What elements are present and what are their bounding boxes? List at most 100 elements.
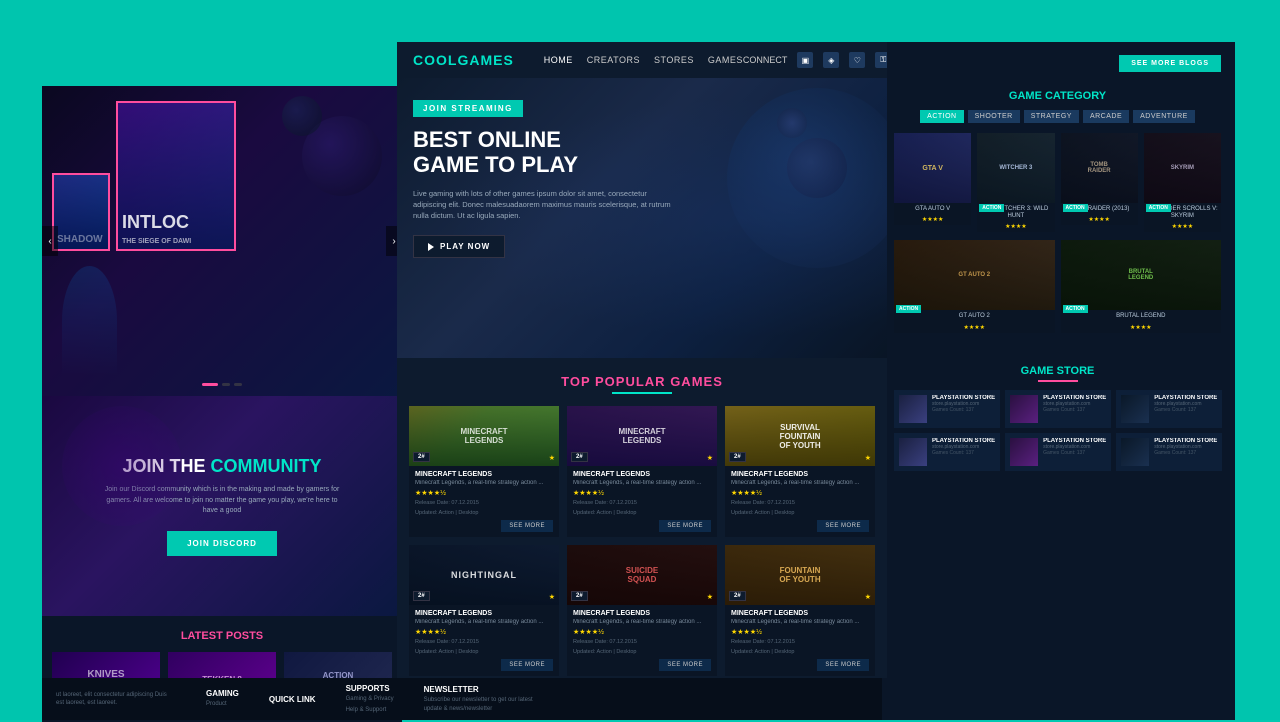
game-name-1: MINECRAFT LEGENDS [415, 471, 553, 478]
footer-gaming-link[interactable]: Product [206, 700, 239, 708]
star-4: ★ [549, 593, 555, 601]
nav-stores[interactable]: Stores [654, 55, 694, 65]
rank-badge-4: 2# [413, 591, 430, 601]
cat-game-gta[interactable]: GTA V GTA AUTO V ★★★★ [894, 133, 971, 232]
nav-games[interactable]: Games [708, 55, 743, 65]
game-desc-3: Minecraft Legends, a real-time strategy … [731, 480, 869, 486]
store-info-2: PLAYSTATION STORE store.playstation.com … [1043, 395, 1106, 423]
store-count-3: Games Count: 137 [1154, 407, 1217, 413]
star-3: ★ [865, 454, 871, 462]
store-4[interactable]: PLAYSTATION STORE store.playstation.com … [894, 433, 1000, 471]
nav-home[interactable]: Home [544, 55, 573, 65]
footer-quicklink: QUICK LINK [269, 695, 316, 704]
store-info-3: PLAYSTATION STORE store.playstation.com … [1154, 395, 1217, 423]
footer-supports: SUPPORTS Gaming & Privacy Help & Support [346, 684, 394, 714]
main-site: COOLGAMES Home Creators Stores Games CON… [397, 42, 887, 678]
store-1[interactable]: PLAYSTATION STORE store.playstation.com … [894, 390, 1000, 428]
cover-small-1[interactable]: SHADOW [52, 173, 110, 251]
cat-game-brutal[interactable]: BRUTALLEGEND ACTION BRUTAL LEGEND ★★★★ [1061, 240, 1222, 332]
star-2: ★ [707, 454, 713, 462]
rank-badge-3: 2# [729, 452, 746, 462]
store-title: GAME STORE [894, 365, 1221, 377]
filter-strategy[interactable]: STRATEGY [1024, 110, 1079, 123]
game-name-3: MINECRAFT LEGENDS [731, 471, 869, 478]
games-grid: MINECRAFTLEGENDS 2# ★ MINECRAFT LEGENDS … [409, 406, 875, 676]
filter-arcade[interactable]: ARCADE [1083, 110, 1129, 123]
see-more-2[interactable]: SEE MORE [659, 520, 711, 532]
game-card-1[interactable]: MINECRAFTLEGENDS 2# ★ MINECRAFT LEGENDS … [409, 406, 559, 537]
cat-stars-1: ★★★★ [894, 216, 971, 225]
store-3[interactable]: PLAYSTATION STORE store.playstation.com … [1116, 390, 1222, 428]
cat-badge-5: ACTION [896, 305, 921, 313]
game-card-2[interactable]: MINECRAFTLEGENDS 2# ★ MINECRAFT LEGENDS … [567, 406, 717, 537]
latest-posts-title: LATEST POSTS [52, 630, 392, 642]
nav-icon-1[interactable]: ▣ [797, 52, 813, 68]
cover-subtitle: THE SIEGE OF DAWI [122, 238, 230, 245]
footer-gaming-title: GAMING [206, 689, 239, 698]
store-5[interactable]: PLAYSTATION STORE store.playstation.com … [1005, 433, 1111, 471]
site-logo[interactable]: COOLGAMES [413, 52, 514, 68]
game-info-4: MINECRAFT LEGENDS Minecraft Legends, a r… [409, 605, 559, 676]
filter-action[interactable]: ACTION [920, 110, 963, 123]
join-badge[interactable]: JOIN STREAMING [413, 100, 523, 117]
cat-game-skyrim[interactable]: SKYRIM ACTION THE ELDER SCROLLS V: SKYRI… [1144, 133, 1221, 232]
cover-large[interactable]: INTLOC THE SIEGE OF DAWI [116, 101, 236, 251]
cat-stars-5: ★★★★ [894, 324, 1055, 333]
store-thumb-1 [899, 395, 927, 423]
game-card-5[interactable]: SUICIDESQUAD 2# ★ MINECRAFT LEGENDS Mine… [567, 545, 717, 676]
store-thumb-2 [1010, 395, 1038, 423]
cat-badge-2: ACTION [979, 204, 1004, 212]
store-6[interactable]: PLAYSTATION STORE store.playstation.com … [1116, 433, 1222, 471]
see-more-1[interactable]: SEE MORE [501, 520, 553, 532]
game-name-2: MINECRAFT LEGENDS [573, 471, 711, 478]
footer-supports-link1[interactable]: Gaming & Privacy [346, 695, 394, 703]
store-name-1: PLAYSTATION STORE [932, 395, 995, 401]
filter-adventure[interactable]: ADVENTURE [1133, 110, 1195, 123]
category-title: GAME CATEGORY [894, 90, 1221, 102]
game-updated-4: Updated: Action | Desktop [415, 649, 553, 655]
nav-icon-3[interactable]: ♡ [849, 52, 865, 68]
nav-icon-2[interactable]: ◈ [823, 52, 839, 68]
cat-badge-6: ACTION [1063, 305, 1088, 313]
footer-newsletter-title: NEWSLETTER [424, 685, 544, 694]
footer-supports-link2[interactable]: Help & Support [346, 706, 394, 714]
see-more-5[interactable]: SEE MORE [659, 659, 711, 671]
star-1: ★ [549, 454, 555, 462]
rank-badge-6: 2# [729, 591, 746, 601]
store-name-3: PLAYSTATION STORE [1154, 395, 1217, 401]
dot-3[interactable] [234, 383, 242, 386]
game-card-3[interactable]: SURVIVALFOUNTAINOF YOUTH 2# ★ MINECRAFT … [725, 406, 875, 537]
dot-2[interactable] [222, 383, 230, 386]
nav-connect: CONNECT [743, 55, 788, 65]
game-desc-1: Minecraft Legends, a real-time strategy … [415, 480, 553, 486]
play-icon [428, 243, 434, 251]
game-desc-2: Minecraft Legends, a real-time strategy … [573, 480, 711, 486]
dot-1[interactable] [202, 383, 218, 386]
store-2[interactable]: PLAYSTATION STORE store.playstation.com … [1005, 390, 1111, 428]
game-meta-3: Release Date: 07.12.2015 [731, 500, 869, 506]
cat-game-witcher[interactable]: WITCHER 3 ACTION THE WITCHER 3: WILD HUN… [977, 133, 1054, 232]
see-more-4[interactable]: SEE MORE [501, 659, 553, 671]
filter-shooter[interactable]: SHOOTER [968, 110, 1020, 123]
game-card-4[interactable]: NIGHTINGAL 2# ★ MINECRAFT LEGENDS Minecr… [409, 545, 559, 676]
cover-title: INTLOC [122, 213, 230, 231]
nav-creators[interactable]: Creators [587, 55, 640, 65]
game-meta-4: Release Date: 07.12.2015 [415, 639, 553, 645]
cat-game-tombraider[interactable]: TOMBRAIDER ACTION TOMB RAIDER (2013) ★★★… [1061, 133, 1138, 232]
game-card-6[interactable]: FOUNTAINOF YOUTH 2# ★ MINECRAFT LEGENDS … [725, 545, 875, 676]
footer-strip: ut laoreet, elit consectetur adipiscing … [42, 678, 882, 720]
discord-button[interactable]: JOIN DISCORD [167, 531, 277, 556]
footer-about-text: ut laoreet, elit consectetur adipiscing … [56, 691, 176, 708]
game-store-section: GAME STORE PLAYSTATION STORE store.plays… [880, 355, 1235, 481]
play-now-button[interactable]: PLAY NOW [413, 235, 505, 258]
see-more-blogs-button[interactable]: SEE MORE BLOGS [1119, 55, 1221, 72]
see-more-6[interactable]: SEE MORE [817, 659, 869, 671]
store-thumb-3 [1121, 395, 1149, 423]
cat-stars-4: ★★★★ [1144, 223, 1221, 232]
carousel-prev[interactable]: ‹ [42, 226, 58, 256]
hero-section: JOIN STREAMING BEST ONLINE GAME TO PLAY … [397, 78, 887, 358]
nav-icon-4[interactable]: ⚿ [875, 52, 887, 68]
see-more-3[interactable]: SEE MORE [817, 520, 869, 532]
game-thumb-6: FOUNTAINOF YOUTH 2# ★ [725, 545, 875, 605]
cat-game-gt2[interactable]: GT AUTO 2 ACTION GT AUTO 2 ★★★★ [894, 240, 1055, 332]
